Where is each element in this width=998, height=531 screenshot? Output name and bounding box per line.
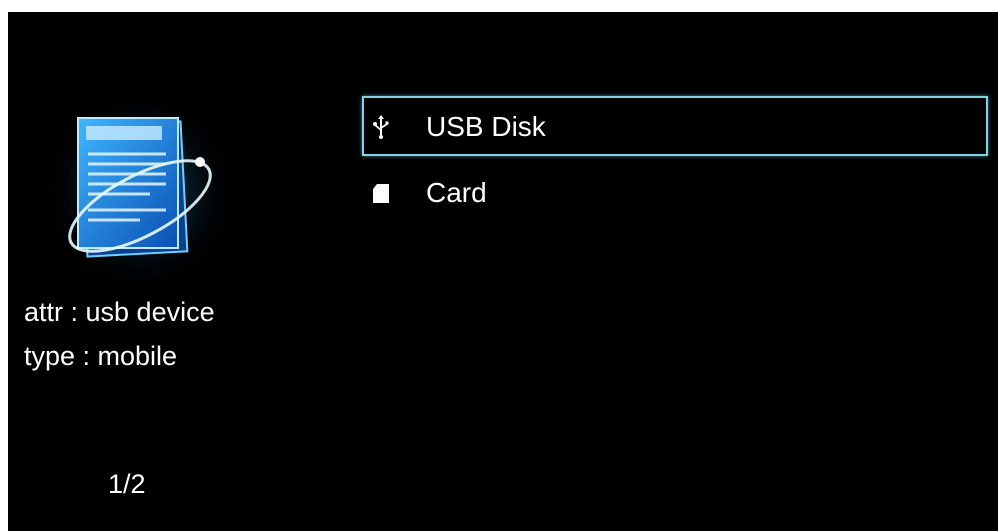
- device-type-text: type : mobile: [24, 341, 178, 371]
- media-browser-screen: attr : usb device type : mobile 1/2 USB …: [8, 12, 998, 531]
- device-item-usb-disk[interactable]: USB Disk: [362, 96, 988, 156]
- usb-icon: [373, 115, 389, 139]
- device-label: USB Disk: [426, 111, 546, 142]
- sd-card-icon: [373, 184, 389, 203]
- device-label: Card: [426, 177, 487, 208]
- page-indicator: 1/2: [108, 469, 146, 499]
- device-list: USB Disk Card: [362, 96, 988, 228]
- device-item-card[interactable]: Card: [362, 162, 988, 222]
- document-icon: [50, 102, 230, 282]
- device-attr-text: attr : usb device: [24, 297, 215, 327]
